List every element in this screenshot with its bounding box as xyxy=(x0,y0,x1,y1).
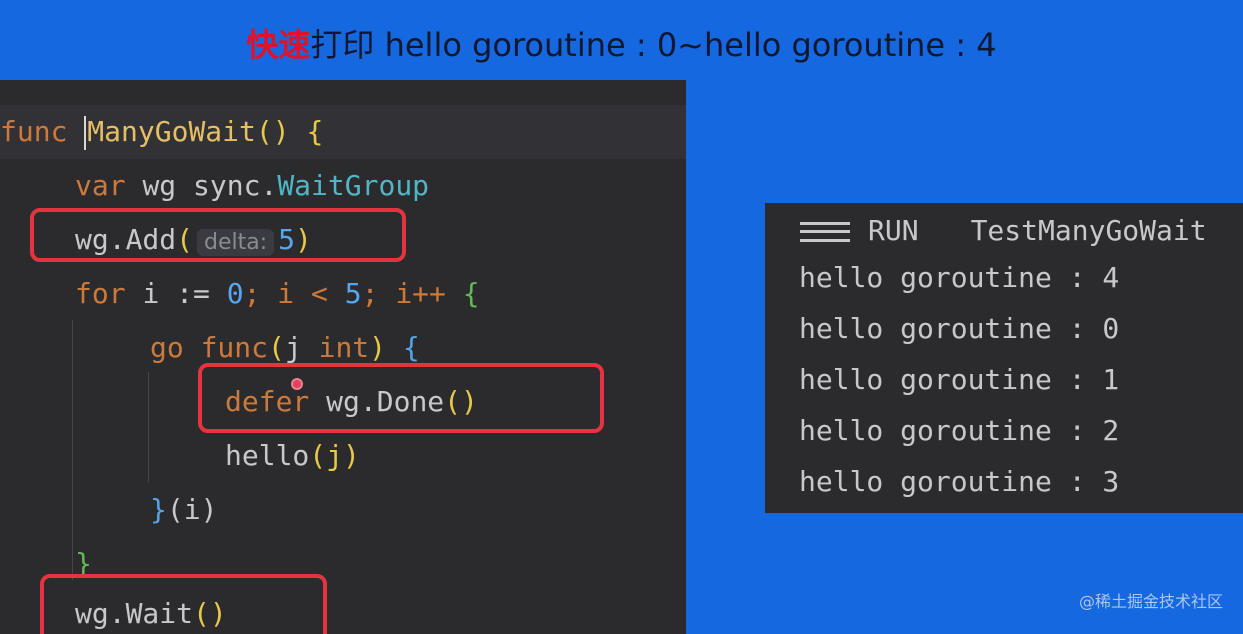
open-paren: ( xyxy=(268,331,285,364)
output-line: hello goroutine : 0 xyxy=(799,312,1120,345)
run-header: RUN TestManyGoWait xyxy=(800,211,1207,251)
type-int: int xyxy=(318,331,370,364)
title-accent: 快速 xyxy=(246,26,311,64)
run-label: RUN xyxy=(868,214,919,247)
open-brace: { xyxy=(402,331,420,364)
output-line: hello goroutine : 3 xyxy=(799,465,1120,498)
number-literal: 0 xyxy=(226,277,244,310)
close-brace: } xyxy=(150,493,167,526)
text-caret xyxy=(84,116,87,150)
type-waitgroup: WaitGroup xyxy=(277,169,430,202)
loop-cond: ; i < xyxy=(243,277,328,310)
code-line-2: var wg sync.WaitGroup xyxy=(75,159,429,213)
watermark: @稀土掘金技术社区 xyxy=(1078,592,1223,611)
close-paren: ) xyxy=(369,331,387,364)
output-line: hello goroutine : 1 xyxy=(799,363,1120,396)
keyword-func: func xyxy=(0,115,68,148)
indent-guide xyxy=(72,320,73,580)
call-args: (j) xyxy=(309,439,360,472)
indent-guide xyxy=(148,372,149,482)
code-editor[interactable]: func ManyGoWait() { var wg sync.WaitGrou… xyxy=(0,80,686,634)
run-output-panel: RUN TestManyGoWait hello goroutine : 4 he… xyxy=(765,203,1243,513)
call-args: (i) xyxy=(166,493,218,526)
code-line-8: }(i) xyxy=(150,483,217,537)
highlight-box-wait xyxy=(40,574,327,634)
highlight-box-add xyxy=(30,208,406,262)
package-sync: sync. xyxy=(193,169,278,202)
code-line-4: for i := 0; i < 5; i++ { xyxy=(75,267,480,321)
param-j: j xyxy=(284,331,302,364)
keyword-for: for xyxy=(75,277,126,310)
parens: () xyxy=(255,115,290,148)
menu-icon[interactable] xyxy=(800,222,850,242)
slide-title: 快速打印 hello goroutine : 0~hello goroutine… xyxy=(0,20,1243,66)
test-name: TestManyGoWait xyxy=(970,214,1207,247)
call-hello: hello xyxy=(225,439,310,472)
title-text: 打印 hello goroutine : 0~hello goroutine :… xyxy=(310,26,997,64)
loop-init: i := xyxy=(142,277,210,310)
code-line-7: hello(j) xyxy=(225,429,360,483)
keyword-var: var xyxy=(75,169,126,202)
function-name: ManyGoWait xyxy=(87,115,256,148)
keyword-func: func xyxy=(200,331,269,364)
identifier-wg: wg xyxy=(142,169,177,202)
loop-post: ; i++ xyxy=(361,277,446,310)
open-brace: { xyxy=(462,277,480,310)
keyword-go: go xyxy=(150,331,184,364)
highlight-box-done xyxy=(198,363,604,433)
open-brace: { xyxy=(306,115,324,148)
number-literal: 5 xyxy=(344,277,362,310)
code-line-1: func ManyGoWait() { xyxy=(0,105,323,159)
output-line: hello goroutine : 4 xyxy=(799,261,1120,294)
output-line: hello goroutine : 2 xyxy=(799,414,1120,447)
